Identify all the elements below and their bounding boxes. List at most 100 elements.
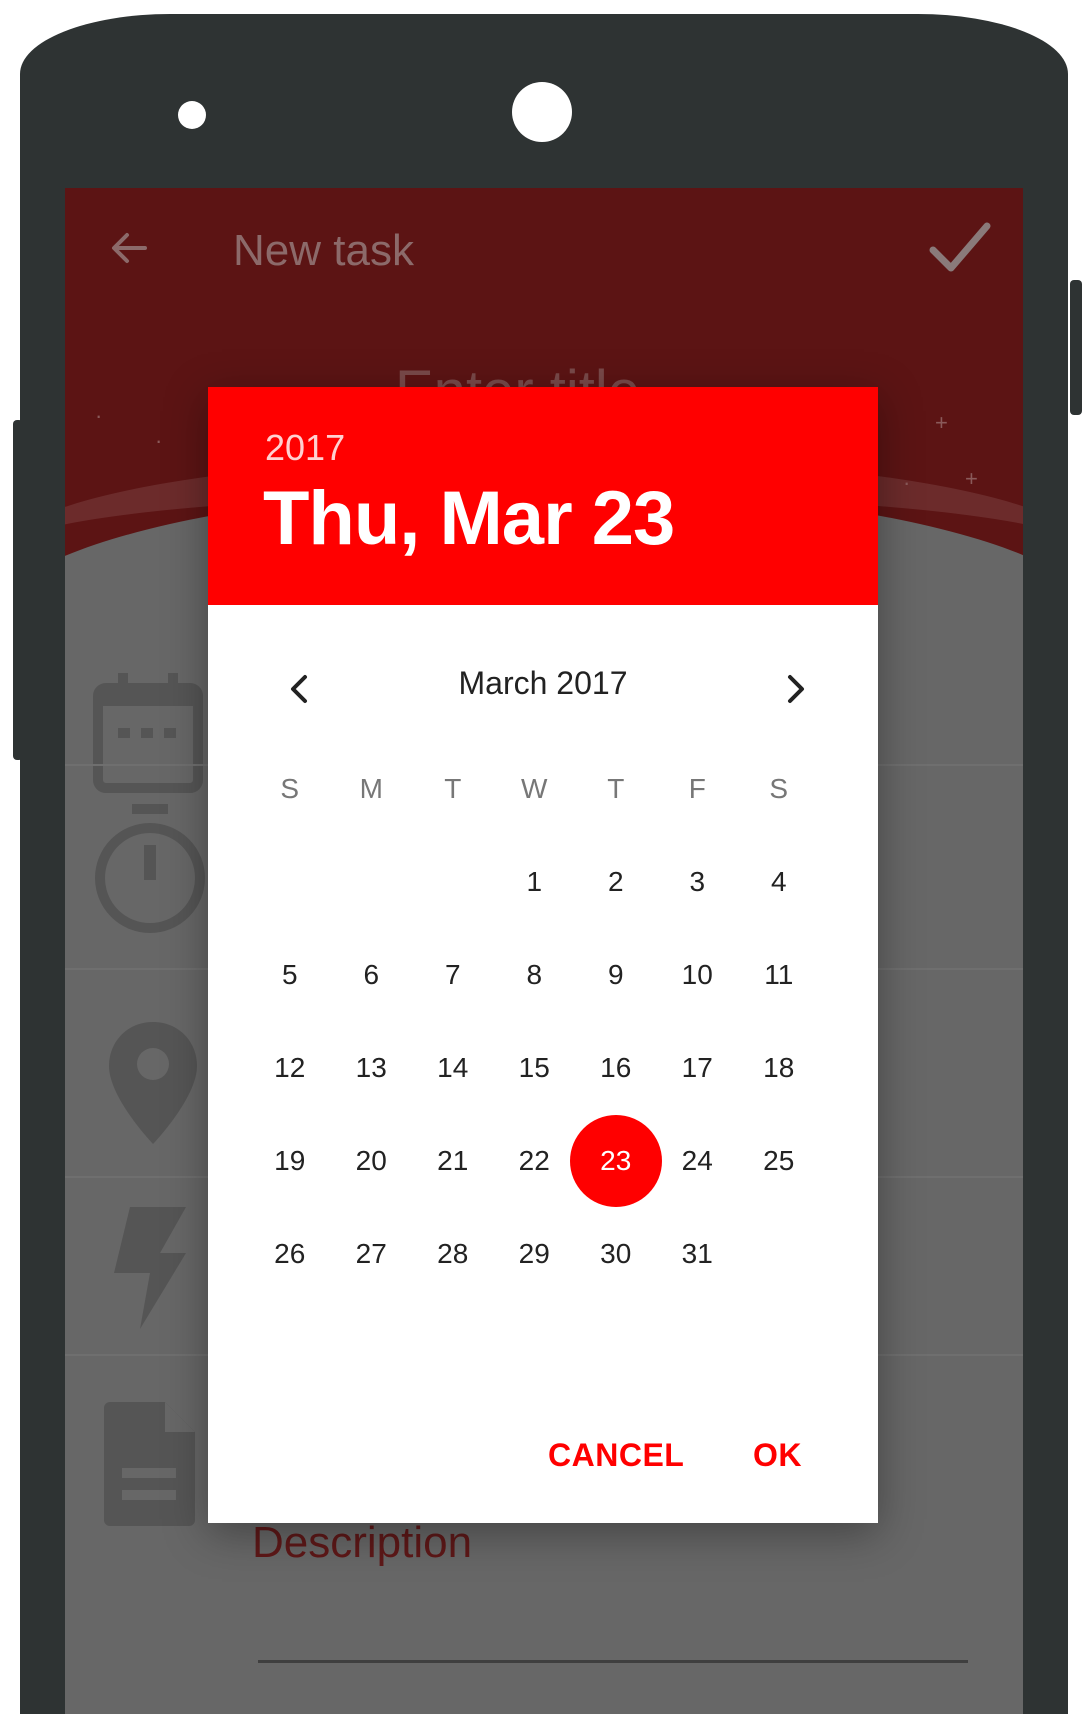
sparkle-icon: + — [935, 410, 948, 435]
calendar-empty-cell — [412, 835, 494, 928]
weekday-label: T — [444, 773, 462, 804]
calendar-day-label: 10 — [681, 958, 713, 990]
calendar-day-label: 29 — [518, 1237, 550, 1269]
calendar-day-label: 21 — [437, 1144, 469, 1176]
calendar-day-label: 25 — [763, 1144, 795, 1176]
calendar-week-row: 19 20 21 22 23 24 25 — [249, 1114, 819, 1207]
weekday-label: M — [359, 773, 383, 804]
calendar-day-label: 11 — [764, 958, 794, 990]
calendar-day[interactable]: 19 — [249, 1114, 331, 1207]
calendar-day[interactable]: 8 — [494, 928, 576, 1021]
calendar-day-label: 2 — [607, 865, 624, 897]
ok-button[interactable]: OK — [753, 1437, 802, 1474]
check-icon[interactable] — [927, 218, 993, 278]
lightning-icon — [114, 1207, 186, 1329]
calendar-day[interactable]: 18 — [738, 1021, 820, 1114]
calendar-day-label: 19 — [274, 1144, 306, 1176]
calendar-week-row: 1 2 3 4 — [249, 835, 819, 928]
calendar-day[interactable]: 31 — [657, 1207, 739, 1300]
sparkle-icon: · — [903, 470, 911, 495]
calendar-day-label: 4 — [770, 865, 787, 897]
calendar-grid: 1 2 3 4 5 6 7 8 9 10 11 12 13 14 15 16 17 18 19 20 21 22 23 24 2… — [249, 835, 819, 1300]
date-picker-header: 2017 Thu, Mar 23 — [208, 387, 878, 605]
calendar-day-label: 14 — [437, 1051, 469, 1083]
location-pin-icon — [109, 1022, 197, 1144]
chevron-right-icon[interactable] — [773, 667, 817, 711]
header-selected-date[interactable]: Thu, Mar 23 — [263, 475, 675, 562]
calendar-day[interactable]: 12 — [249, 1021, 331, 1114]
calendar-day-label: 8 — [526, 958, 543, 990]
calendar-day[interactable]: 4 — [738, 835, 820, 928]
calendar-day-label: 12 — [274, 1051, 306, 1083]
calendar-day[interactable]: 24 — [657, 1114, 739, 1207]
calendar-day[interactable]: 15 — [494, 1021, 576, 1114]
cancel-button[interactable]: CANCEL — [548, 1437, 684, 1474]
calendar-day-selected[interactable]: 23 — [569, 1114, 662, 1207]
sparkle-icon: + — [965, 466, 978, 491]
calendar-day-label: 7 — [444, 958, 461, 990]
date-picker-dialog: 2017 Thu, Mar 23 March 2017 S M T W T F … — [208, 387, 878, 1523]
calendar-week-row: 12 13 14 15 16 17 18 — [249, 1021, 819, 1114]
calendar-day[interactable]: 14 — [412, 1021, 494, 1114]
calendar-day[interactable]: 26 — [249, 1207, 331, 1300]
sparkle-icon: · — [155, 428, 163, 453]
calendar-day-label: 20 — [355, 1144, 387, 1176]
calendar-day[interactable]: 21 — [412, 1114, 494, 1207]
calendar-day-label: 13 — [355, 1051, 387, 1083]
calendar-empty-cell — [249, 835, 331, 928]
calendar-day-label: 31 — [681, 1237, 713, 1269]
description-label: Description — [252, 1518, 473, 1567]
calendar-day[interactable]: 25 — [738, 1114, 820, 1207]
calendar-day[interactable]: 9 — [575, 928, 657, 1021]
calendar-day[interactable]: 29 — [494, 1207, 576, 1300]
calendar-day[interactable]: 20 — [331, 1114, 413, 1207]
calendar-day-label: 27 — [355, 1237, 387, 1269]
calendar-day[interactable]: 5 — [249, 928, 331, 1021]
calendar-day-label: 5 — [281, 958, 298, 990]
calendar-day[interactable]: 11 — [738, 928, 820, 1021]
calendar-day-label: 16 — [600, 1051, 632, 1083]
calendar-day[interactable]: 30 — [575, 1207, 657, 1300]
calendar-day-label: 30 — [600, 1237, 632, 1269]
calendar-icon — [93, 673, 203, 793]
calendar-day[interactable]: 1 — [494, 835, 576, 928]
calendar-day-label: 26 — [274, 1237, 306, 1269]
calendar-day-label: 28 — [437, 1237, 469, 1269]
weekday-label: S — [769, 773, 789, 804]
weekday-label: W — [521, 773, 548, 804]
calendar-day[interactable]: 7 — [412, 928, 494, 1021]
calendar-week-row: 26 27 28 29 30 31 — [249, 1207, 819, 1300]
weekday-header: S M T W T F S — [249, 773, 819, 813]
weekday-label: F — [688, 773, 706, 804]
calendar-day[interactable]: 3 — [657, 835, 739, 928]
page-title: New task — [233, 226, 414, 275]
calendar-day[interactable]: 17 — [657, 1021, 739, 1114]
calendar-empty-cell — [331, 835, 413, 928]
calendar-day-label: 15 — [518, 1051, 550, 1083]
calendar-empty-cell — [738, 1207, 820, 1300]
calendar-day[interactable]: 27 — [331, 1207, 413, 1300]
description-input-underline[interactable] — [258, 1660, 968, 1663]
phone-side-button-right — [1070, 280, 1082, 415]
calendar-day[interactable]: 22 — [494, 1114, 576, 1207]
phone-camera — [512, 82, 572, 142]
calendar-day-label: 18 — [763, 1051, 795, 1083]
calendar-week-row: 5 6 7 8 9 10 11 — [249, 928, 819, 1021]
calendar-day[interactable]: 10 — [657, 928, 739, 1021]
timer-icon — [95, 804, 205, 933]
calendar-day-label: 22 — [518, 1144, 550, 1176]
phone-sensor — [178, 101, 206, 129]
calendar-day[interactable]: 6 — [331, 928, 413, 1021]
calendar-day[interactable]: 28 — [412, 1207, 494, 1300]
arrow-left-icon[interactable] — [105, 224, 153, 272]
document-icon — [104, 1402, 195, 1526]
calendar-day[interactable]: 2 — [575, 835, 657, 928]
calendar-day[interactable]: 13 — [331, 1021, 413, 1114]
weekday-label: T — [607, 773, 625, 804]
calendar-day-label: 23 — [600, 1144, 632, 1176]
calendar-day[interactable]: 16 — [575, 1021, 657, 1114]
calendar-day-label: 1 — [526, 865, 543, 897]
calendar-day-label: 3 — [689, 865, 706, 897]
calendar-day-label: 24 — [681, 1144, 713, 1176]
header-year[interactable]: 2017 — [265, 427, 345, 469]
